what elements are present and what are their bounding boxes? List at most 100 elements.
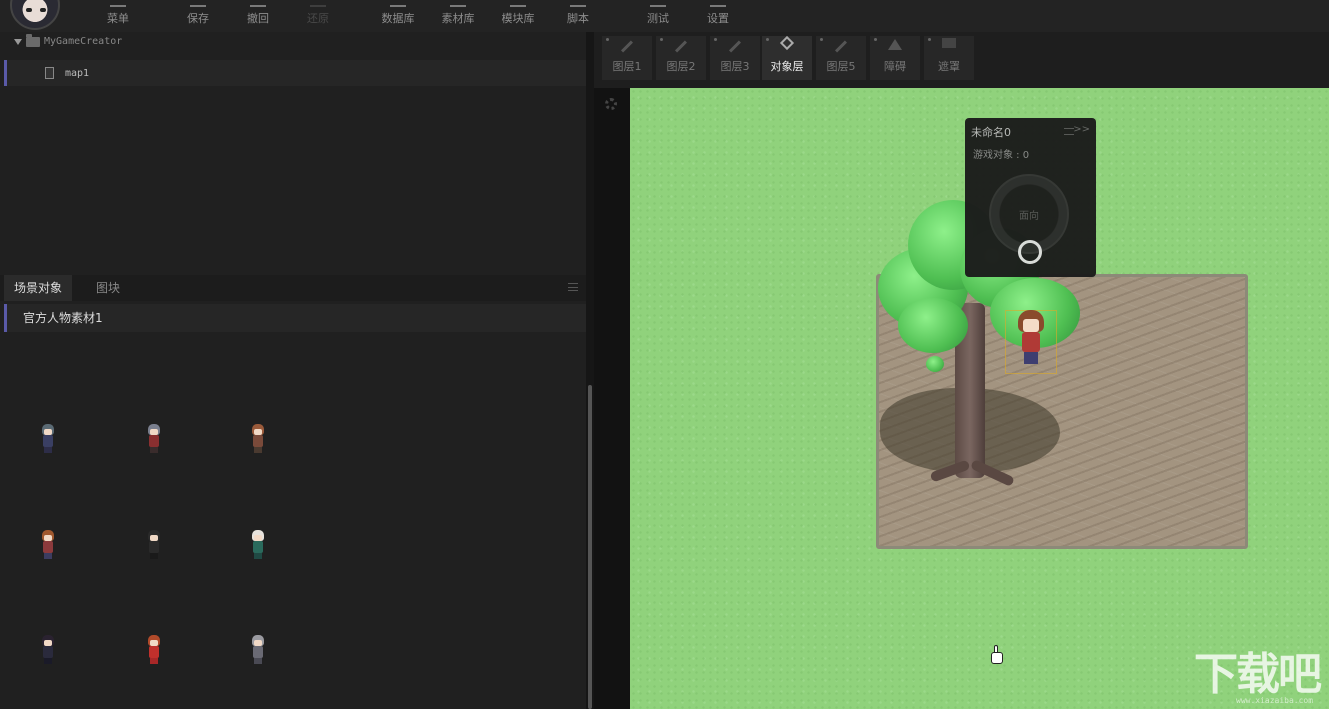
joystick-knob[interactable] [1018, 240, 1042, 264]
layer-tab[interactable]: 遮罩 [924, 36, 974, 80]
layer-label: 图层1 [612, 60, 642, 73]
file-icon [45, 67, 54, 79]
watermark-logo: 下载吧 [1194, 649, 1322, 700]
object-count: 游戏对象 : 0 [973, 150, 1030, 161]
character-sprite[interactable] [146, 635, 162, 665]
sprite-body [43, 541, 53, 553]
character-face [1023, 319, 1039, 332]
sprite-body [253, 646, 263, 658]
watermark-url: www.xiazaiba.com [1236, 696, 1314, 705]
sprite-legs [150, 658, 158, 664]
sprite-legs [150, 553, 158, 559]
redo-icon [310, 1, 326, 7]
pen-icon [834, 40, 848, 53]
pen-icon [728, 40, 742, 53]
tree-item-map1[interactable]: map1 [4, 60, 586, 86]
settings-button[interactable]: 设置 [702, 0, 734, 32]
layer-visibility-icon[interactable] [820, 38, 823, 41]
player-character[interactable] [1016, 310, 1046, 366]
top-toolbar: 菜单 保存 撤回 还原 数据库 素材库 模块库 脚本 测试 设置 [0, 0, 1329, 32]
expand-triangle-icon[interactable] [14, 38, 22, 45]
sprite-body [149, 646, 159, 658]
asset-tabs: 场景对象 图块 [0, 275, 586, 301]
sprite-legs [44, 447, 52, 453]
gear-icon [710, 1, 726, 7]
cursor-palm [991, 652, 1003, 664]
layer-visibility-icon[interactable] [606, 38, 609, 41]
user-avatar[interactable] [10, 0, 60, 30]
character-sprite[interactable] [40, 530, 56, 560]
tree-leaves [926, 356, 944, 372]
sprite-legs [44, 553, 52, 559]
asset-library-button[interactable]: 素材库 [438, 0, 478, 32]
left-panel: MyGameCreator map1 场景对象 图块 官方人物素材1 [0, 32, 586, 709]
joystick-panel: 未命名0 >> 游戏对象 : 0 面向 [965, 118, 1096, 277]
database-button[interactable]: 数据库 [378, 0, 418, 32]
character-sprite[interactable] [250, 530, 266, 560]
sprite-body [149, 435, 159, 447]
tab-tiles[interactable]: 图块 [86, 275, 130, 301]
layer-tab[interactable]: 图层3 [710, 36, 760, 80]
joystick-title: 未命名0 [971, 126, 1011, 139]
database-icon [390, 1, 406, 7]
sprite-legs [254, 553, 262, 559]
layer-tab[interactable]: 图层1 [602, 36, 652, 80]
asset-library-icon [450, 1, 466, 7]
layer-label: 遮罩 [938, 60, 960, 73]
module-library-icon [510, 1, 526, 7]
object-layer-icon [779, 35, 795, 51]
module-library-button[interactable]: 模块库 [498, 0, 538, 32]
expand-icon[interactable]: >> [1073, 124, 1090, 135]
map-settings-icon[interactable] [605, 98, 617, 110]
layer-label: 对象层 [770, 60, 804, 73]
layer-tab[interactable]: 对象层 [762, 35, 812, 80]
sprite-legs [254, 658, 262, 664]
layer-bar: 图层1 图层2 图层3 对象层 图层5 障碍 遮罩 [594, 32, 1329, 88]
mask-icon [942, 38, 956, 48]
project-name: MyGameCreator [44, 36, 123, 47]
scrollbar-thumb[interactable] [588, 385, 592, 709]
save-icon [190, 1, 206, 7]
sprite-body [253, 541, 263, 553]
layer-visibility-icon[interactable] [660, 38, 663, 41]
script-button[interactable]: 脚本 [562, 0, 594, 32]
layer-visibility-icon[interactable] [928, 38, 931, 41]
pen-icon [620, 40, 634, 53]
character-sprite[interactable] [40, 424, 56, 454]
layer-tab[interactable]: 障碍 [870, 36, 920, 80]
character-sprite[interactable] [40, 635, 56, 665]
play-icon [650, 1, 666, 7]
save-button[interactable]: 保存 [182, 0, 214, 32]
sprite-legs [254, 447, 262, 453]
tree-item-label: map1 [65, 67, 90, 79]
panel-menu-icon[interactable] [568, 283, 578, 291]
sprite-body [43, 435, 53, 447]
layer-label: 图层3 [720, 60, 750, 73]
layer-visibility-icon[interactable] [766, 38, 769, 41]
layer-tab[interactable]: 图层5 [816, 36, 866, 80]
layer-visibility-icon[interactable] [714, 38, 717, 41]
character-sprite[interactable] [146, 424, 162, 454]
test-button[interactable]: 测试 [642, 0, 674, 32]
layer-label: 障碍 [884, 60, 906, 73]
tab-scene-objects[interactable]: 场景对象 [4, 275, 73, 301]
redo-button[interactable]: 还原 [302, 0, 334, 32]
character-sprite[interactable] [146, 530, 162, 560]
character-body [1022, 332, 1040, 352]
menu-button[interactable]: 菜单 [102, 0, 134, 32]
undo-button[interactable]: 撤回 [242, 0, 274, 32]
direction-label: 面向 [1019, 210, 1039, 222]
undo-icon [250, 1, 266, 7]
hand-cursor-icon [990, 645, 1004, 665]
sprite-legs [150, 447, 158, 453]
character-sprite[interactable] [250, 635, 266, 665]
script-icon [570, 1, 586, 7]
layer-label: 图层5 [826, 60, 856, 73]
layer-tab[interactable]: 图层2 [656, 36, 706, 80]
character-sprite[interactable] [250, 424, 266, 454]
project-tree-root[interactable]: MyGameCreator [14, 33, 123, 47]
layer-label: 图层2 [666, 60, 696, 73]
asset-category[interactable]: 官方人物素材1 [4, 304, 586, 332]
layer-visibility-icon[interactable] [874, 38, 877, 41]
sprite-legs [44, 658, 52, 664]
